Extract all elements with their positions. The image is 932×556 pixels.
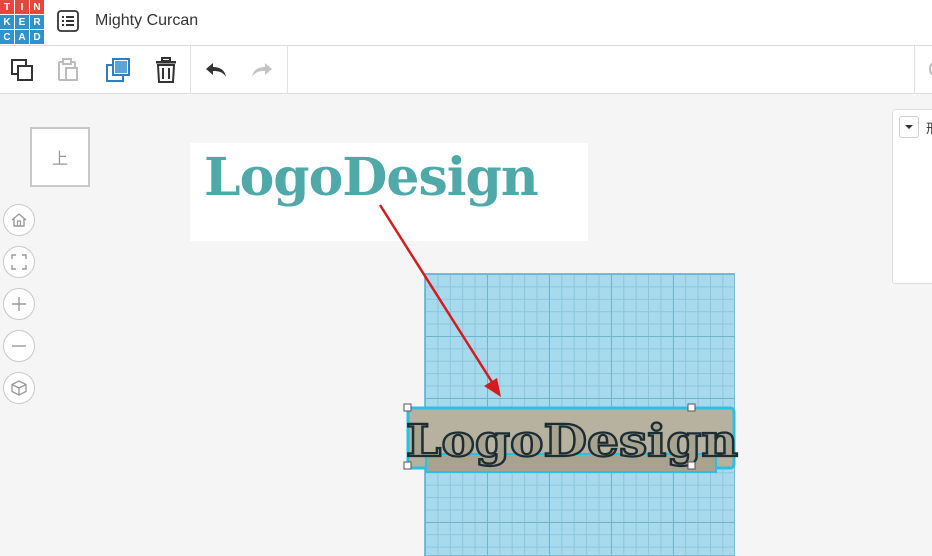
toolbar-separator [287,46,288,94]
shape-panel: 形 [892,109,932,284]
logo-letter: K [0,15,14,29]
viewcube-face-label: 上 [51,149,68,168]
fit-view-button[interactable] [3,246,35,278]
logo-letter: A [15,30,29,44]
design-list-icon[interactable] [57,10,79,32]
duplicate-button[interactable] [102,54,134,86]
toolbar-separator [914,46,915,94]
home-icon [11,213,27,227]
logo-letter: D [30,30,44,44]
viewcube[interactable]: 上 [30,127,90,187]
logo-image-text: LogoDesign [204,147,539,208]
panel-title: 形 [926,118,932,137]
logo-letter: N [30,0,44,14]
selection-handle[interactable] [403,461,412,470]
home-view-button[interactable] [3,204,35,236]
reference-logo-image[interactable]: LogoDesign [190,143,588,241]
logo-letter: E [15,15,29,29]
logo-letter: T [0,0,14,14]
logo-letter: R [30,15,44,29]
copy-icon [11,59,33,81]
logo-letter: C [0,30,14,44]
perspective-icon [11,380,27,396]
edit-toolbar [0,46,932,94]
trash-icon [156,57,176,83]
panel-collapse-button[interactable] [899,116,919,138]
paste-icon [58,58,78,81]
zoom-in-button[interactable] [3,288,35,320]
selection-handle[interactable] [687,461,696,470]
paste-button[interactable] [52,54,84,86]
redo-button[interactable] [246,54,278,86]
top-header: T I N K E R C A D Mighty Curcan [0,0,932,46]
logo-letter: I [15,0,29,14]
fit-view-icon [11,254,27,270]
model-text: LogoDesign [406,416,738,467]
undo-icon [206,63,226,77]
selection-handle[interactable] [403,403,412,412]
project-title[interactable]: Mighty Curcan [95,12,198,30]
zoom-out-icon [12,345,26,347]
caret-down-icon [905,125,913,129]
redo-icon [252,63,272,77]
logo-3d-model[interactable]: LogoDesign [398,394,743,486]
delete-button[interactable] [150,54,182,86]
selection-handle[interactable] [687,403,696,412]
tinkercad-logo[interactable]: T I N K E R C A D [0,0,44,44]
duplicate-icon [106,58,130,82]
zoom-in-icon [12,297,26,311]
toolbar-separator [190,46,191,94]
undo-button[interactable] [200,54,232,86]
search-icon[interactable] [922,58,932,82]
perspective-button[interactable] [3,372,35,404]
copy-button[interactable] [6,54,38,86]
zoom-out-button[interactable] [3,330,35,362]
